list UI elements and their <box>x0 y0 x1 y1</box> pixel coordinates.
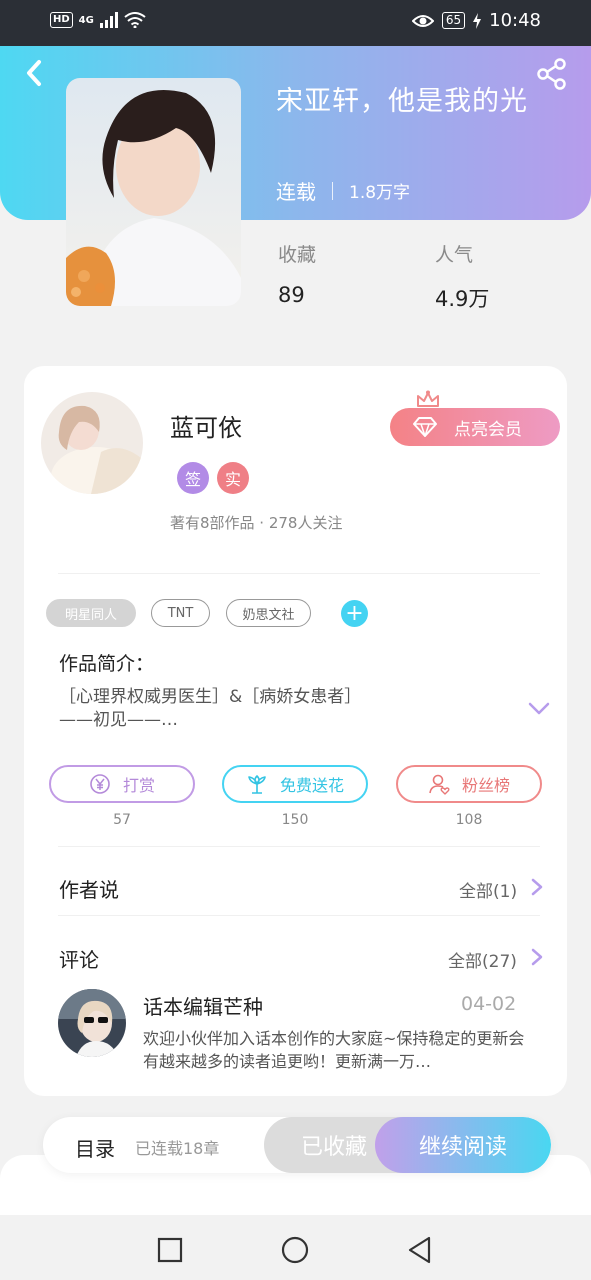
system-nav-bar <box>0 1215 591 1280</box>
popularity-stat: 人气 4.9万 <box>435 240 489 313</box>
back-arrow-icon[interactable] <box>22 58 48 88</box>
signed-badge: 签 <box>177 462 209 494</box>
verified-badge: 实 <box>217 462 249 494</box>
charging-icon <box>473 12 482 29</box>
yen-icon <box>90 774 110 794</box>
vip-activate-button[interactable]: 点亮会员 <box>390 408 560 446</box>
commenter-name[interactable]: 话本编辑芒种 <box>143 991 263 1020</box>
chapter-status: 已连载18章 <box>135 1139 220 1158</box>
fans-label: 粉丝榜 <box>461 776 510 795</box>
tag-item[interactable]: 明星同人 <box>46 599 136 627</box>
author-avatar[interactable] <box>41 392 143 494</box>
bottom-action-bar: 目录 已连载18章 已收藏 继续阅读 <box>43 1117 551 1173</box>
eye-icon <box>411 14 434 27</box>
book-meta: 连载 1.8万字 <box>276 176 410 205</box>
comments-title: 评论 <box>59 948 99 972</box>
fan-ranking-button[interactable]: 粉丝榜 <box>396 765 542 803</box>
book-cover[interactable] <box>66 78 241 306</box>
divider <box>58 846 540 847</box>
signal-icon <box>99 12 118 28</box>
favorites-stat: 收藏 89 <box>278 240 316 307</box>
table-of-contents-button[interactable]: 目录 <box>75 1133 115 1162</box>
tag-item[interactable]: 奶思文社 <box>226 599 311 627</box>
add-tag-button[interactable]: + <box>341 600 368 627</box>
comment-text[interactable]: 欢迎小伙伴加入话本创作的大家庭~保持稳定的更新会有越来越多的读者追更哟！更新满一… <box>143 1027 533 1073</box>
flower-count: 150 <box>281 812 309 828</box>
battery-level: 65 <box>441 12 466 29</box>
popularity-count: 4.9万 <box>435 287 490 311</box>
author-name[interactable]: 蓝可依 <box>170 408 242 443</box>
tag-item[interactable]: TNT <box>151 599 210 627</box>
status-bar: HD 4G 65 10:48 <box>0 0 591 46</box>
intro-line-2: ——初见——… <box>59 710 178 730</box>
favorites-label: 收藏 <box>278 244 317 266</box>
vip-label: 点亮会员 <box>454 419 522 440</box>
chevron-right-icon[interactable] <box>530 878 544 896</box>
hd-indicator: HD <box>50 12 73 28</box>
intro-line-1: ［心理界权威男医生］&［病娇女患者］ <box>59 687 362 707</box>
flower-label: 免费送花 <box>279 776 344 795</box>
share-icon[interactable] <box>536 58 568 90</box>
continue-reading-button[interactable]: 继续阅读 <box>375 1117 551 1173</box>
fans-count: 108 <box>455 812 483 828</box>
author-says-title: 作者说 <box>59 878 119 902</box>
popularity-label: 人气 <box>435 244 474 266</box>
book-title: 宋亚轩，他是我的光 <box>276 86 528 117</box>
chevron-right-icon[interactable] <box>530 948 544 966</box>
user-heart-icon <box>429 774 450 795</box>
clock: 10:48 <box>489 10 541 31</box>
intro-label: 作品简介： <box>59 653 155 675</box>
wifi-icon <box>124 12 146 28</box>
tip-count: 57 <box>113 812 131 828</box>
serial-status: 连载 <box>276 180 316 204</box>
tip-label: 打赏 <box>122 776 155 795</box>
recents-square-icon[interactable] <box>155 1235 185 1265</box>
favorites-count: 89 <box>278 283 305 307</box>
intro-text[interactable]: ［心理界权威男医生］&［病娇女患者］ ——初见——… <box>59 686 459 732</box>
author-says-all-link[interactable]: 全部(1) <box>459 877 517 902</box>
divider <box>58 573 540 574</box>
comment-date: 04-02 <box>461 993 517 1015</box>
back-triangle-icon[interactable] <box>405 1235 435 1265</box>
send-flower-button[interactable]: 免费送花 <box>222 765 368 803</box>
meta-divider <box>332 181 333 200</box>
author-stats: 著有8部作品 · 278人关注 <box>170 514 343 532</box>
diamond-icon <box>413 417 437 437</box>
commenter-avatar[interactable] <box>58 989 126 1057</box>
crown-icon <box>417 390 439 407</box>
signal-label: 4G <box>78 14 94 26</box>
flower-icon <box>248 775 266 794</box>
home-circle-icon[interactable] <box>280 1235 310 1265</box>
comments-all-link[interactable]: 全部(27) <box>448 947 517 972</box>
word-count: 1.8万字 <box>349 183 411 203</box>
tip-button[interactable]: 打赏 <box>49 765 195 803</box>
chevron-down-icon[interactable] <box>528 702 550 716</box>
divider <box>58 915 540 916</box>
